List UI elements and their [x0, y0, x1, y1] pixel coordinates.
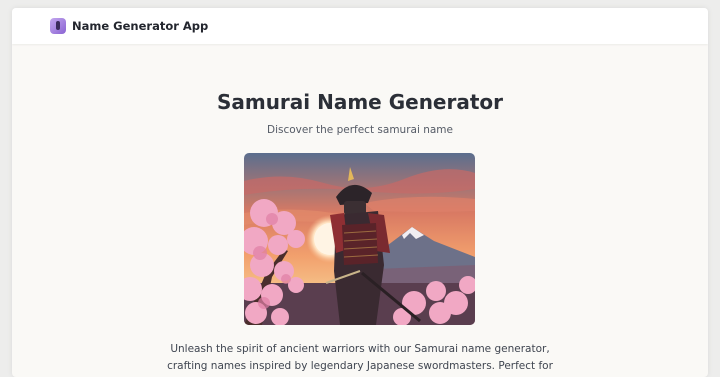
hero-image [244, 153, 475, 325]
intro-text: Unleash the spirit of ancient warriors w… [167, 343, 553, 372]
page-subtitle: Discover the perfect samurai name [267, 124, 453, 136]
brand-name[interactable]: Name Generator App [72, 19, 208, 33]
top-nav: Name Generator App [12, 8, 708, 44]
page-title: Samurai Name Generator [216, 90, 504, 114]
app-logo-icon[interactable] [50, 18, 66, 34]
app-window: Name Generator App Samurai Name Generato… [12, 8, 708, 377]
